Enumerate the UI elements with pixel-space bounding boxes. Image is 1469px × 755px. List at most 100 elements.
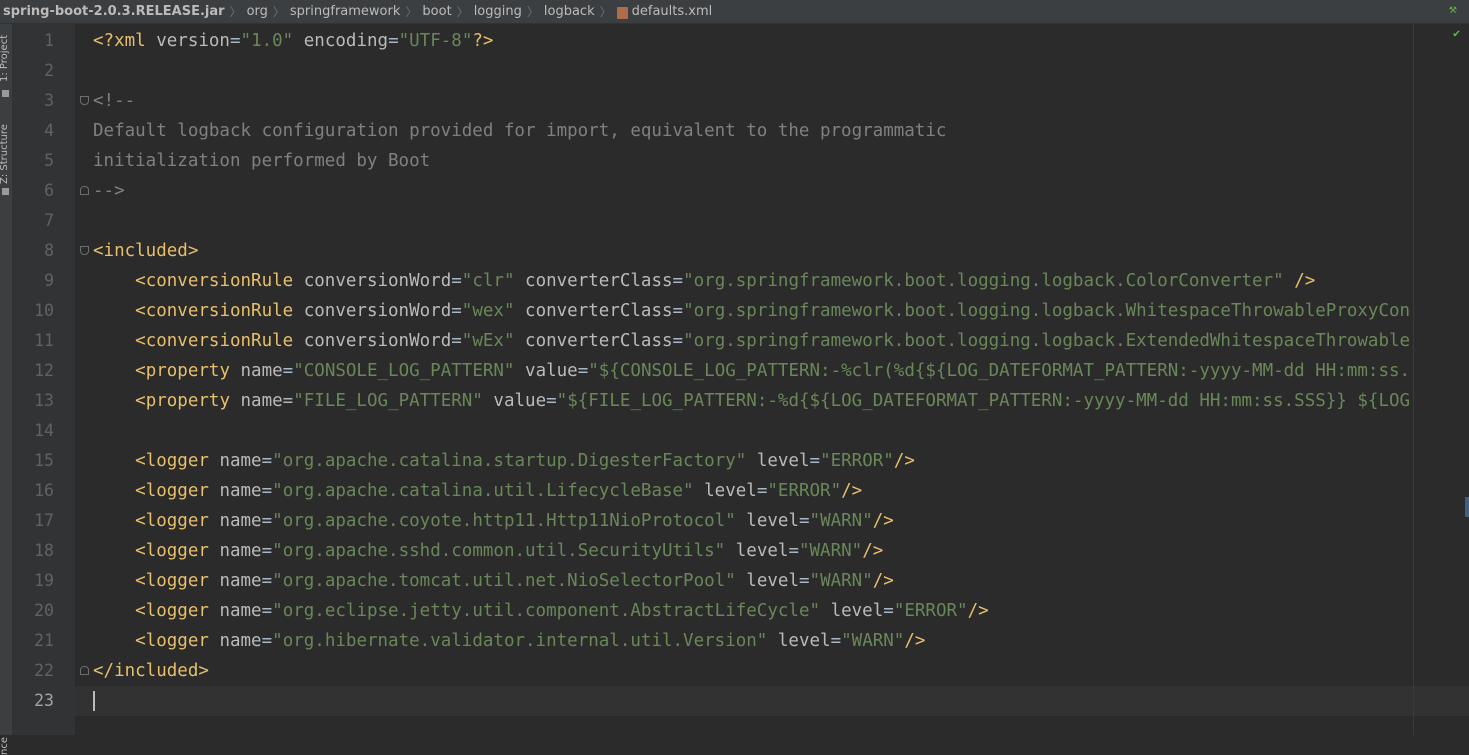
code-line[interactable] — [75, 206, 1469, 236]
breadcrumb-item[interactable]: org — [247, 4, 268, 19]
code-token: = — [261, 571, 273, 591]
code-token: conversionWord — [303, 301, 452, 321]
breadcrumb-item[interactable]: springframework — [290, 4, 400, 19]
code-token: encoding — [303, 31, 389, 51]
code-token: = — [798, 511, 810, 531]
breadcrumb-item[interactable]: defaults.xml — [632, 4, 713, 19]
code-line[interactable]: <included> — [75, 236, 1469, 266]
code-line-text: <property name="FILE_LOG_PATTERN" value=… — [93, 386, 1410, 416]
code-token: name — [219, 631, 262, 651]
line-number: 1 — [44, 31, 54, 50]
code-token: "org.apache.coyote.http11.Http11NioProto… — [272, 511, 736, 531]
code-token: conversionWord — [303, 331, 452, 351]
line-number: 2 — [44, 61, 54, 80]
breadcrumb-item[interactable]: logging — [474, 4, 522, 19]
code-token: = — [261, 541, 273, 561]
code-line[interactable]: <?xml version="1.0" encoding="UTF-8"?> — [75, 26, 1469, 56]
code-token: converterClass — [525, 301, 673, 321]
code-token: "ERROR" — [767, 481, 842, 501]
code-line-text: <logger name="org.apache.sshd.common.uti… — [93, 536, 883, 566]
code-token: conversionWord — [303, 271, 452, 291]
code-line[interactable] — [75, 56, 1469, 86]
code-line[interactable]: <conversionRule conversionWord="wEx" con… — [75, 326, 1469, 356]
breadcrumb-separator: 〉 — [272, 5, 285, 19]
code-token: level — [704, 481, 757, 501]
fold-marker-icon[interactable] — [80, 246, 89, 255]
code-token: name — [219, 511, 262, 531]
code-line[interactable]: <property name="CONSOLE_LOG_PATTERN" val… — [75, 356, 1469, 386]
project-folder-icon — [2, 90, 9, 97]
code-line[interactable]: <!-- — [75, 86, 1469, 116]
scrollbar-marker[interactable] — [1465, 497, 1469, 517]
code-token: "WARN" — [841, 631, 905, 651]
project-tool-tab[interactable]: 1: Project — [0, 35, 10, 82]
code-line[interactable]: <logger name="org.eclipse.jetty.util.com… — [75, 596, 1469, 626]
code-line[interactable] — [75, 686, 1469, 716]
favorites-tool-tab[interactable]: nce — [0, 737, 10, 755]
code-token: "${FILE_LOG_PATTERN:-%d{${LOG_DATEFORMAT… — [556, 391, 1411, 411]
line-number: 4 — [44, 121, 54, 140]
code-token: = — [830, 631, 842, 651]
code-line[interactable]: <logger name="org.apache.catalina.startu… — [75, 446, 1469, 476]
code-token: ?> — [472, 31, 494, 51]
code-editor[interactable]: <?xml version="1.0" encoding="UTF-8"?> <!… — [75, 24, 1469, 735]
fold-marker-icon[interactable] — [80, 96, 89, 105]
breadcrumb: spring-boot-2.0.3.RELEASE.jar 〉 org 〉 spring… — [0, 0, 1469, 24]
breadcrumb-item[interactable]: boot — [422, 4, 451, 19]
fold-marker-icon[interactable] — [80, 666, 89, 675]
code-line[interactable]: <logger name="org.apache.tomcat.util.net… — [75, 566, 1469, 596]
code-token: level — [735, 541, 789, 561]
code-line[interactable]: <conversionRule conversionWord="wex" con… — [75, 296, 1469, 326]
code-token: level — [830, 601, 884, 621]
code-token: "org.springframework.boot.logging.logbac… — [683, 301, 1411, 321]
code-token: = — [451, 301, 462, 321]
line-number: 11 — [34, 331, 54, 350]
code-token: <?xml — [93, 31, 157, 51]
code-token: level — [756, 451, 810, 471]
code-token: name — [219, 601, 262, 621]
code-token: = — [282, 361, 294, 381]
build-hammer-icon[interactable]: ⚒ — [1449, 3, 1463, 17]
code-line[interactable]: </included> — [75, 656, 1469, 686]
code-token: = — [388, 31, 399, 51]
line-number-gutter[interactable]: 1 2 3 4 5 6 7 8 9 10 11 12 13 14 15 16 17 18 19 20 21 22 23 — [13, 24, 75, 735]
inspection-ok-icon[interactable]: ✔ — [1453, 26, 1460, 40]
code-token: = — [451, 331, 462, 351]
code-token: = — [546, 391, 557, 411]
code-line[interactable]: initialization performed by Boot — [75, 146, 1469, 176]
code-token: <logger — [135, 511, 220, 531]
line-number: 14 — [34, 421, 54, 440]
code-line[interactable]: Default logback configuration provided f… — [75, 116, 1469, 146]
code-line[interactable]: <logger name="org.apache.sshd.common.uti… — [75, 536, 1469, 566]
code-line[interactable]: <logger name="org.hibernate.validator.in… — [75, 626, 1469, 656]
code-token: = — [261, 511, 273, 531]
code-token: level — [746, 511, 799, 531]
code-line[interactable]: <property name="FILE_LOG_PATTERN" value=… — [75, 386, 1469, 416]
code-line[interactable] — [75, 416, 1469, 446]
fold-marker-icon[interactable] — [80, 186, 89, 195]
code-line-text: <logger name="org.apache.coyote.http11.H… — [93, 506, 894, 536]
breadcrumb-item[interactable]: spring-boot-2.0.3.RELEASE.jar — [3, 4, 225, 19]
code-line[interactable]: <logger name="org.apache.catalina.util.L… — [75, 476, 1469, 506]
line-number: 13 — [34, 391, 54, 410]
line-number: 6 — [44, 181, 54, 200]
breadcrumb-item[interactable]: logback — [544, 4, 595, 19]
code-token: "WARN" — [809, 571, 873, 591]
code-line[interactable]: <conversionRule conversionWord="clr" con… — [75, 266, 1469, 296]
code-line[interactable]: <logger name="org.apache.coyote.http11.H… — [75, 506, 1469, 536]
code-token: <logger — [135, 631, 220, 651]
code-line-text: <logger name="org.apache.catalina.util.L… — [93, 476, 862, 506]
code-line-text: <logger name="org.eclipse.jetty.util.com… — [93, 596, 989, 626]
code-token: --> — [93, 181, 125, 201]
code-line[interactable]: --> — [75, 176, 1469, 206]
structure-tool-tab[interactable]: Z: Structure — [0, 124, 10, 184]
code-token: "org.apache.catalina.startup.DigesterFac… — [272, 451, 747, 471]
